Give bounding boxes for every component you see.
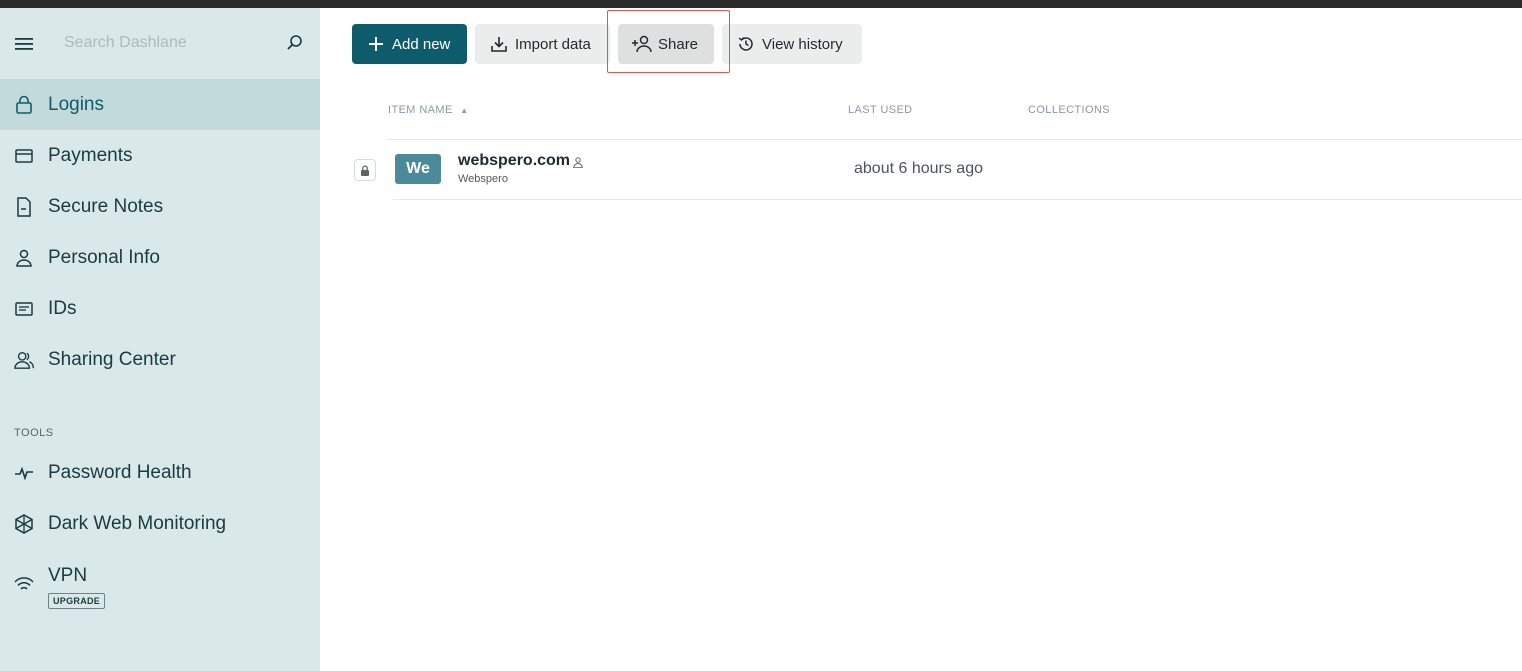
sidebar-item-payments[interactable]: Payments [0,130,320,181]
id-card-icon [14,299,34,319]
people-icon [14,350,34,370]
sidebar-item-label: Dark Web Monitoring [48,512,227,534]
sidebar-item-ids[interactable]: IDs [0,283,320,334]
search-icon[interactable] [286,34,304,52]
download-icon [489,34,509,54]
card-icon [14,146,34,166]
window-top-bar [0,0,1522,8]
sidebar-item-logins[interactable]: Logins [0,79,320,130]
add-new-label: Add new [392,35,451,53]
column-header-last-used[interactable]: LAST USED [848,104,913,116]
item-avatar: We [395,154,441,184]
wifi-lock-icon [14,575,34,595]
web-icon [14,513,34,534]
share-button[interactable]: Share [618,24,714,64]
header-divider [388,139,1522,140]
hamburger-menu-icon[interactable] [14,36,34,52]
column-header-item-name[interactable]: ITEM NAME ▲ [388,104,469,116]
item-name[interactable]: webspero.com [458,152,570,170]
plus-icon [366,34,386,54]
sidebar-item-label: Secure Notes [48,195,164,217]
sidebar-search-row [0,8,320,78]
view-history-button[interactable]: View history [722,24,862,64]
sort-ascending-icon: ▲ [460,106,469,115]
import-data-label: Import data [515,35,591,53]
item-last-used: about 6 hours ago [854,160,983,177]
note-icon [14,196,34,217]
sidebar: Logins Payments Secure Notes Personal In… [0,8,320,671]
upgrade-badge[interactable]: UPGRADE [48,593,106,609]
item-name-header-label: ITEM NAME [388,104,453,116]
sidebar-item-label: Password Health [48,461,192,483]
sidebar-item-dark-web-monitoring[interactable]: Dark Web Monitoring [0,498,320,549]
sidebar-item-label: Personal Info [48,246,160,268]
history-icon [736,34,756,54]
sidebar-item-password-health[interactable]: Password Health [0,447,320,498]
view-history-label: View history [762,35,843,53]
row-lock-icon [354,159,376,181]
sidebar-item-label: VPN [48,565,88,586]
tools-section-label: TOOLS [14,427,54,439]
pulse-icon [14,463,34,483]
sidebar-item-secure-notes[interactable]: Secure Notes [0,181,320,232]
lock-icon [14,95,34,115]
sidebar-item-label: IDs [48,297,77,319]
sidebar-item-label: Sharing Center [48,348,176,370]
sidebar-item-sharing-center[interactable]: Sharing Center [0,334,320,385]
sidebar-item-label: Payments [48,144,133,166]
column-header-collections[interactable]: COLLECTIONS [1028,104,1110,116]
person-icon [14,248,34,268]
share-label: Share [658,35,699,53]
add-new-button[interactable]: Add new [352,24,467,64]
share-person-icon [632,34,652,54]
sidebar-item-label: Logins [48,93,104,115]
import-data-button[interactable]: Import data [475,24,610,64]
item-subtitle: Webspero [458,173,508,185]
search-input[interactable] [64,30,264,56]
row-divider [393,199,1522,200]
sidebar-item-personal-info[interactable]: Personal Info [0,232,320,283]
shared-icon [573,157,583,168]
